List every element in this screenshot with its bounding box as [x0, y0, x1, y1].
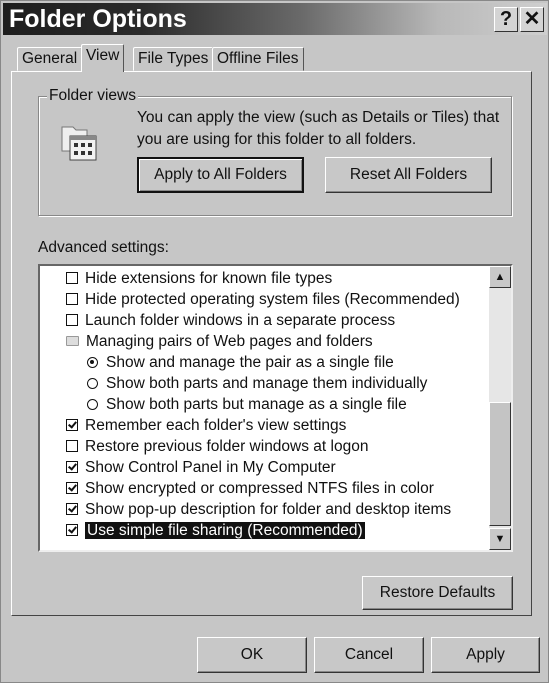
reset-all-folders-button[interactable]: Reset All Folders: [325, 157, 492, 193]
title-bar: Folder Options ? ✕: [3, 3, 547, 35]
checkbox[interactable]: [66, 503, 78, 515]
checkbox[interactable]: [66, 293, 78, 305]
checkbox[interactable]: [66, 272, 78, 284]
vertical-scrollbar[interactable]: ▲ ▼: [489, 266, 511, 550]
folder-options-dialog: Folder Options ? ✕ General View File Typ…: [0, 0, 549, 683]
apply-button[interactable]: Apply: [431, 637, 540, 673]
checkbox[interactable]: [66, 524, 78, 536]
item-label: Show pop-up description for folder and d…: [85, 501, 452, 518]
item-label: Hide extensions for known file types: [85, 270, 333, 287]
radio-button[interactable]: [87, 378, 98, 389]
list-item[interactable]: Show pop-up description for folder and d…: [66, 499, 451, 520]
item-label: Restore previous folder windows at logon: [85, 438, 369, 455]
list-item[interactable]: Hide extensions for known file types: [66, 268, 332, 289]
radio-button[interactable]: [87, 399, 98, 410]
cancel-button[interactable]: Cancel: [314, 637, 424, 673]
list-item[interactable]: Show encrypted or compressed NTFS files …: [66, 478, 434, 499]
tab-offline-files[interactable]: Offline Files: [212, 47, 304, 71]
list-item-group: Managing pairs of Web pages and folders: [66, 331, 373, 352]
item-label: Hide protected operating system files (R…: [85, 291, 460, 308]
tab-file-types[interactable]: File Types: [133, 47, 214, 71]
window-title: Folder Options: [9, 5, 187, 33]
list-item[interactable]: Show both parts but manage as a single f…: [87, 394, 407, 415]
list-item[interactable]: Remember each folder's view settings: [66, 415, 346, 436]
checkbox[interactable]: [66, 419, 78, 431]
checkbox[interactable]: [66, 482, 78, 494]
list-item[interactable]: Restore previous folder windows at logon: [66, 436, 368, 457]
item-label: Remember each folder's view settings: [85, 417, 347, 434]
item-label: Use simple file sharing (Recommended): [85, 522, 365, 539]
item-label: Show both parts but manage as a single f…: [106, 396, 407, 413]
checkbox[interactable]: [66, 440, 78, 452]
scroll-down-button[interactable]: ▼: [489, 528, 511, 550]
advanced-settings-label: Advanced settings:: [38, 239, 169, 256]
item-label: Show both parts and manage them individu…: [106, 375, 428, 392]
close-button[interactable]: ✕: [520, 7, 544, 32]
folder-icon: [66, 336, 79, 346]
list-item[interactable]: Show Control Panel in My Computer: [66, 457, 336, 478]
restore-defaults-button[interactable]: Restore Defaults: [362, 576, 513, 610]
checkbox[interactable]: [66, 314, 78, 326]
scroll-up-button[interactable]: ▲: [489, 266, 511, 288]
list-item[interactable]: Launch folder windows in a separate proc…: [66, 310, 395, 331]
item-label: Show encrypted or compressed NTFS files …: [85, 480, 434, 497]
advanced-settings-list[interactable]: Hide extensions for known file types Hid…: [38, 264, 513, 552]
list-item[interactable]: Show both parts and manage them individu…: [87, 373, 427, 394]
item-label: Launch folder windows in a separate proc…: [85, 312, 396, 329]
folder-views-description: You can apply the view (such as Details …: [137, 109, 500, 148]
item-label: Show Control Panel in My Computer: [85, 459, 336, 476]
list-item[interactable]: Show and manage the pair as a single fil…: [87, 352, 394, 373]
scroll-thumb[interactable]: [489, 402, 511, 526]
folder-views-label: Folder views: [47, 87, 138, 105]
checkbox[interactable]: [66, 461, 78, 473]
tab-general[interactable]: General: [17, 47, 83, 71]
radio-button[interactable]: [87, 357, 98, 368]
tab-view[interactable]: View: [81, 44, 125, 72]
help-button[interactable]: ?: [494, 7, 518, 32]
item-label: Show and manage the pair as a single fil…: [106, 354, 394, 371]
item-label: Managing pairs of Web pages and folders: [86, 333, 373, 350]
folder-views-icon: [59, 121, 99, 163]
ok-button[interactable]: OK: [197, 637, 307, 673]
list-item[interactable]: Hide protected operating system files (R…: [66, 289, 460, 310]
list-item-selected[interactable]: Use simple file sharing (Recommended): [66, 520, 365, 541]
apply-to-all-folders-button[interactable]: Apply to All Folders: [137, 157, 304, 193]
